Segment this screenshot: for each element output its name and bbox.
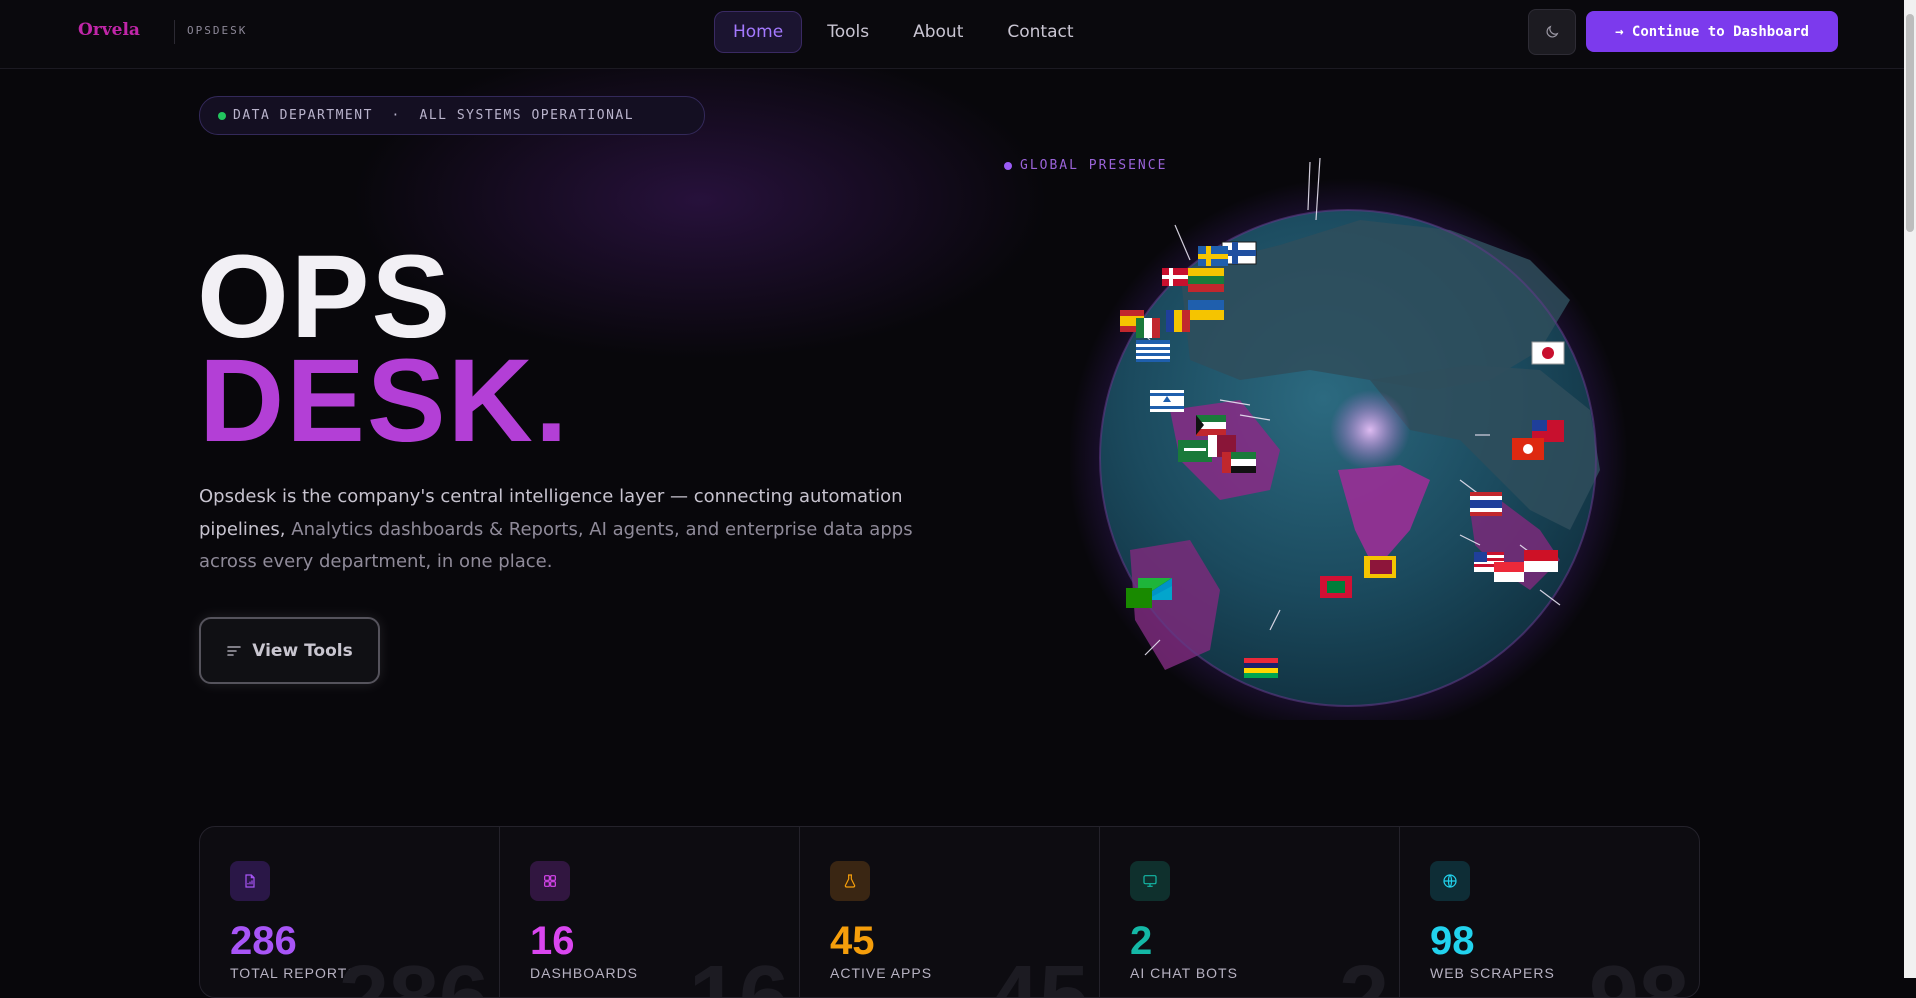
brand-divider (174, 20, 175, 44)
flag-sweden-icon (1198, 246, 1228, 266)
top-navbar: Orvela OPSDESK Home Tools About Contact … (0, 0, 1904, 69)
stat-ghost-scrapers: 98 (1588, 948, 1689, 998)
nav-links: Home Tools About Contact (714, 11, 1093, 53)
flag-uae-icon (1222, 452, 1256, 473)
status-badge: DATA DEPARTMENT · ALL SYSTEMS OPERATIONA… (199, 96, 705, 135)
stat-ghost-chatbots: 2 (1338, 948, 1389, 998)
flag-romania-icon (1166, 310, 1190, 332)
grid-icon (530, 861, 570, 901)
stat-ghost-reports: 286 (338, 948, 489, 998)
flag-singapore-icon (1494, 562, 1524, 582)
stat-label-apps: ACTIVE APPS (830, 965, 933, 981)
global-presence-dot-icon (1004, 161, 1012, 170)
nav-link-contact[interactable]: Contact (988, 11, 1092, 53)
nav-link-home[interactable]: Home (714, 11, 803, 53)
globe-icon (1430, 861, 1470, 901)
globe-hotspot (1330, 390, 1410, 470)
stat-card-dashboards[interactable]: 16 DASHBOARDS 16 (500, 827, 800, 997)
flag-israel-icon (1150, 390, 1184, 412)
stat-label-scrapers: WEB SCRAPERS (1430, 965, 1555, 981)
monitor-icon (1130, 861, 1170, 901)
hero-description: Opsdesk is the company's central intelli… (199, 481, 959, 579)
stat-value-apps: 45 (830, 919, 875, 963)
nav-link-tools[interactable]: Tools (808, 11, 888, 53)
flag-japan-icon (1531, 341, 1565, 365)
moon-icon (1546, 25, 1559, 38)
stat-value-chatbots: 2 (1130, 919, 1153, 963)
stat-value-scrapers: 98 (1430, 919, 1475, 963)
brand-logo[interactable]: Orvela (78, 20, 140, 40)
stat-card-scrapers[interactable]: 98 WEB SCRAPERS 98 (1400, 827, 1699, 997)
stats-panel: 286 TOTAL REPORTS 286 16 DASHBOARDS 16 4… (199, 826, 1700, 998)
flag-zambia-icon (1126, 588, 1152, 608)
stat-label-chatbots: AI CHAT BOTS (1130, 965, 1238, 981)
stat-value-dashboards: 16 (530, 919, 575, 963)
flag-lithuania-icon (1188, 268, 1224, 292)
view-tools-label: View Tools (252, 640, 353, 661)
stat-ghost-apps: 45 (988, 948, 1089, 998)
flag-sri-lanka-icon (1364, 556, 1396, 578)
nav-link-about[interactable]: About (894, 11, 982, 53)
continue-to-dashboard-button[interactable]: → Continue to Dashboard (1586, 11, 1838, 52)
hero-glow (350, 40, 1050, 360)
status-dot-icon (218, 111, 226, 120)
flag-thailand-icon (1470, 492, 1502, 516)
list-icon (227, 645, 242, 656)
hero-title-line2: DESK. (199, 335, 570, 467)
flag-saudi-arabia-icon (1178, 440, 1212, 462)
hero-description-rest: Analytics dashboards & Reports, AI agent… (199, 518, 913, 573)
flag-italy-icon (1136, 318, 1160, 338)
flag-kuwait-icon (1196, 415, 1226, 436)
stat-value-reports: 286 (230, 919, 297, 963)
brand-product: OPSDESK (187, 24, 248, 37)
stat-card-chatbots[interactable]: 2 AI CHAT BOTS 2 (1100, 827, 1400, 997)
report-icon (230, 861, 270, 901)
flag-maldives-icon (1320, 576, 1352, 598)
globe-visual[interactable] (1070, 150, 1630, 720)
flag-indonesia-icon (1524, 550, 1558, 572)
flag-hong-kong-icon (1512, 438, 1544, 460)
flask-icon (830, 861, 870, 901)
flag-ukraine-icon (1188, 300, 1224, 320)
flag-mauritius-icon (1244, 658, 1278, 678)
scrollbar-thumb[interactable] (1906, 14, 1914, 232)
stat-label-dashboards: DASHBOARDS (530, 965, 639, 981)
flag-denmark-icon (1162, 268, 1188, 286)
stat-ghost-dashboards: 16 (688, 948, 789, 998)
status-text: DATA DEPARTMENT · ALL SYSTEMS OPERATIONA… (233, 108, 635, 123)
stat-card-apps[interactable]: 45 ACTIVE APPS 45 (800, 827, 1100, 997)
stat-card-reports[interactable]: 286 TOTAL REPORTS 286 (200, 827, 500, 997)
theme-toggle-button[interactable] (1528, 9, 1576, 55)
view-tools-button[interactable]: View Tools (199, 617, 380, 684)
flag-greece-icon (1136, 340, 1170, 362)
